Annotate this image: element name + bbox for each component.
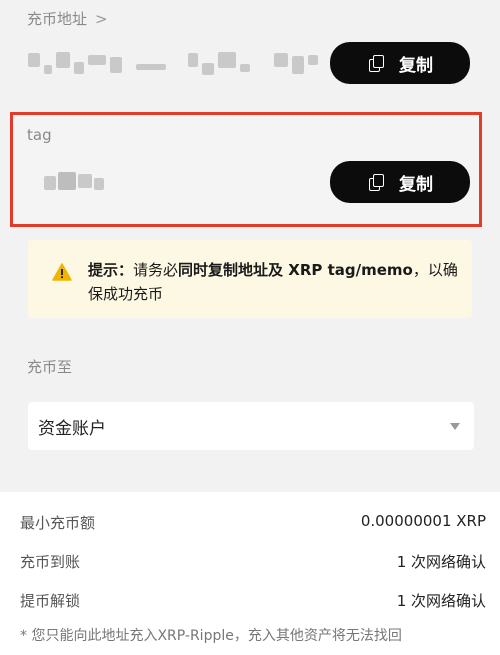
info-value: 1 次网络确认 — [396, 553, 486, 571]
info-row-deposit-arrival: 充币到账 1 次网络确认 — [20, 551, 486, 572]
deposit-to-label: 充币至 — [27, 358, 73, 376]
info-key: 提币解锁 — [20, 592, 81, 610]
copy-tag-button[interactable]: 复制 — [330, 161, 470, 203]
copy-icon — [367, 173, 385, 191]
chevron-right-icon: > — [95, 9, 108, 28]
footnote: * 您只能向此地址充入XRP-Ripple，充入其他资产将无法找回 — [20, 628, 402, 644]
info-key: 最小充币额 — [20, 514, 96, 532]
hint-bold: 同时复制地址及 XRP tag/memo — [178, 261, 413, 279]
tag-value — [44, 172, 104, 190]
tag-label: tag — [27, 126, 52, 144]
copy-icon — [367, 54, 385, 72]
info-value: 0.00000001 XRP — [360, 512, 486, 530]
hint-text-part1: 请务必 — [133, 261, 179, 279]
copy-address-button[interactable]: 复制 — [330, 42, 470, 84]
hint-prefix: 提示： — [88, 261, 134, 279]
info-row-withdraw-unlock: 提币解锁 1 次网络确认 — [20, 590, 486, 611]
warning-icon — [52, 263, 72, 281]
info-key: 充币到账 — [20, 553, 81, 571]
account-select[interactable]: 资金账户 — [28, 402, 474, 450]
hint-text: 提示：请务必同时复制地址及 XRP tag/memo，以确保成功充币 — [88, 258, 458, 306]
caret-down-icon — [450, 422, 460, 430]
info-value: 1 次网络确认 — [396, 592, 486, 610]
account-select-value: 资金账户 — [38, 418, 106, 439]
deposit-address-label[interactable]: 充币地址 > — [27, 8, 108, 29]
copy-address-label: 复制 — [399, 55, 433, 76]
info-row-min-deposit: 最小充币额 0.00000001 XRP — [20, 512, 486, 533]
deposit-address-label-text: 充币地址 — [27, 10, 88, 28]
copy-tag-label: 复制 — [399, 174, 433, 195]
deposit-address-value — [28, 42, 328, 78]
